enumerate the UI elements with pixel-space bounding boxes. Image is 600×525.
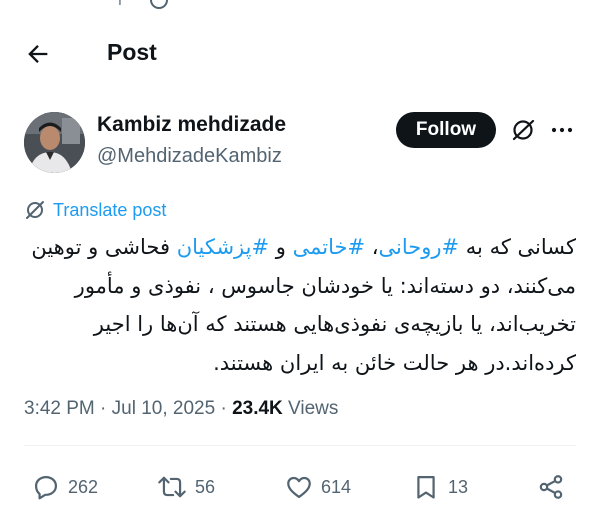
like-count: 614 <box>321 476 352 497</box>
post-time[interactable]: 3:42 PM <box>24 398 95 419</box>
tweet-text-segment: ، <box>365 235 379 259</box>
partial-glyph: ı <box>118 0 122 8</box>
share-button[interactable] <box>537 470 573 504</box>
views-label: Views <box>282 398 339 419</box>
grok-button[interactable] <box>510 117 536 143</box>
share-icon <box>539 475 563 499</box>
like-button[interactable]: 614 <box>285 470 351 504</box>
back-button[interactable] <box>24 40 52 68</box>
more-icon <box>551 127 573 133</box>
repost-count: 56 <box>195 476 216 497</box>
tweet-text-segment: و <box>269 235 293 259</box>
author-name[interactable]: Kambiz mehdizade <box>97 113 286 137</box>
avatar-photo <box>24 112 85 173</box>
partial-icon <box>150 0 168 9</box>
translate-post-link[interactable]: Translate post <box>24 198 166 222</box>
hashtag-pezeshkian[interactable]: #پزشکیان <box>177 235 269 259</box>
translate-label: Translate post <box>53 199 167 220</box>
translate-icon <box>26 201 44 219</box>
views-count[interactable]: 23.4K <box>232 398 283 419</box>
like-icon <box>287 476 311 499</box>
hashtag-rouhani[interactable]: #روحانی <box>379 235 460 259</box>
repost-icon <box>158 476 186 498</box>
tweet-text: کسانی که به #روحانی، #خاتمی و #پزشکیان ف… <box>24 228 576 382</box>
meta-separator: · <box>94 398 112 419</box>
tweet-text-segment: کسانی که به <box>459 235 576 259</box>
grok-icon <box>512 119 535 141</box>
bookmark-count: 13 <box>448 476 469 497</box>
back-arrow-icon <box>28 45 48 63</box>
avatar[interactable] <box>24 112 85 173</box>
meta-separator: · <box>215 398 233 419</box>
post-header: Post <box>0 30 600 76</box>
follow-button[interactable]: Follow <box>396 112 496 148</box>
bookmark-icon <box>417 475 435 499</box>
more-button[interactable] <box>549 117 575 143</box>
hashtag-khatami[interactable]: #خاتمی <box>293 235 365 259</box>
page-title: Post <box>107 39 157 65</box>
reply-icon <box>34 475 58 500</box>
post-date[interactable]: Jul 10, 2025 <box>112 398 216 419</box>
author-handle[interactable]: @MehdizadeKambiz <box>97 145 282 168</box>
divider <box>24 445 576 446</box>
reply-button[interactable]: 262 <box>32 470 98 504</box>
previous-post-remnant: ı <box>0 0 600 14</box>
post-meta: 3:42 PM · Jul 10, 2025 · 23.4K Views <box>24 398 338 420</box>
action-bar: 262 56 614 13 <box>24 470 576 504</box>
repost-button[interactable]: 56 <box>157 470 215 504</box>
reply-count: 262 <box>68 476 99 497</box>
bookmark-button[interactable]: 13 <box>412 470 468 504</box>
